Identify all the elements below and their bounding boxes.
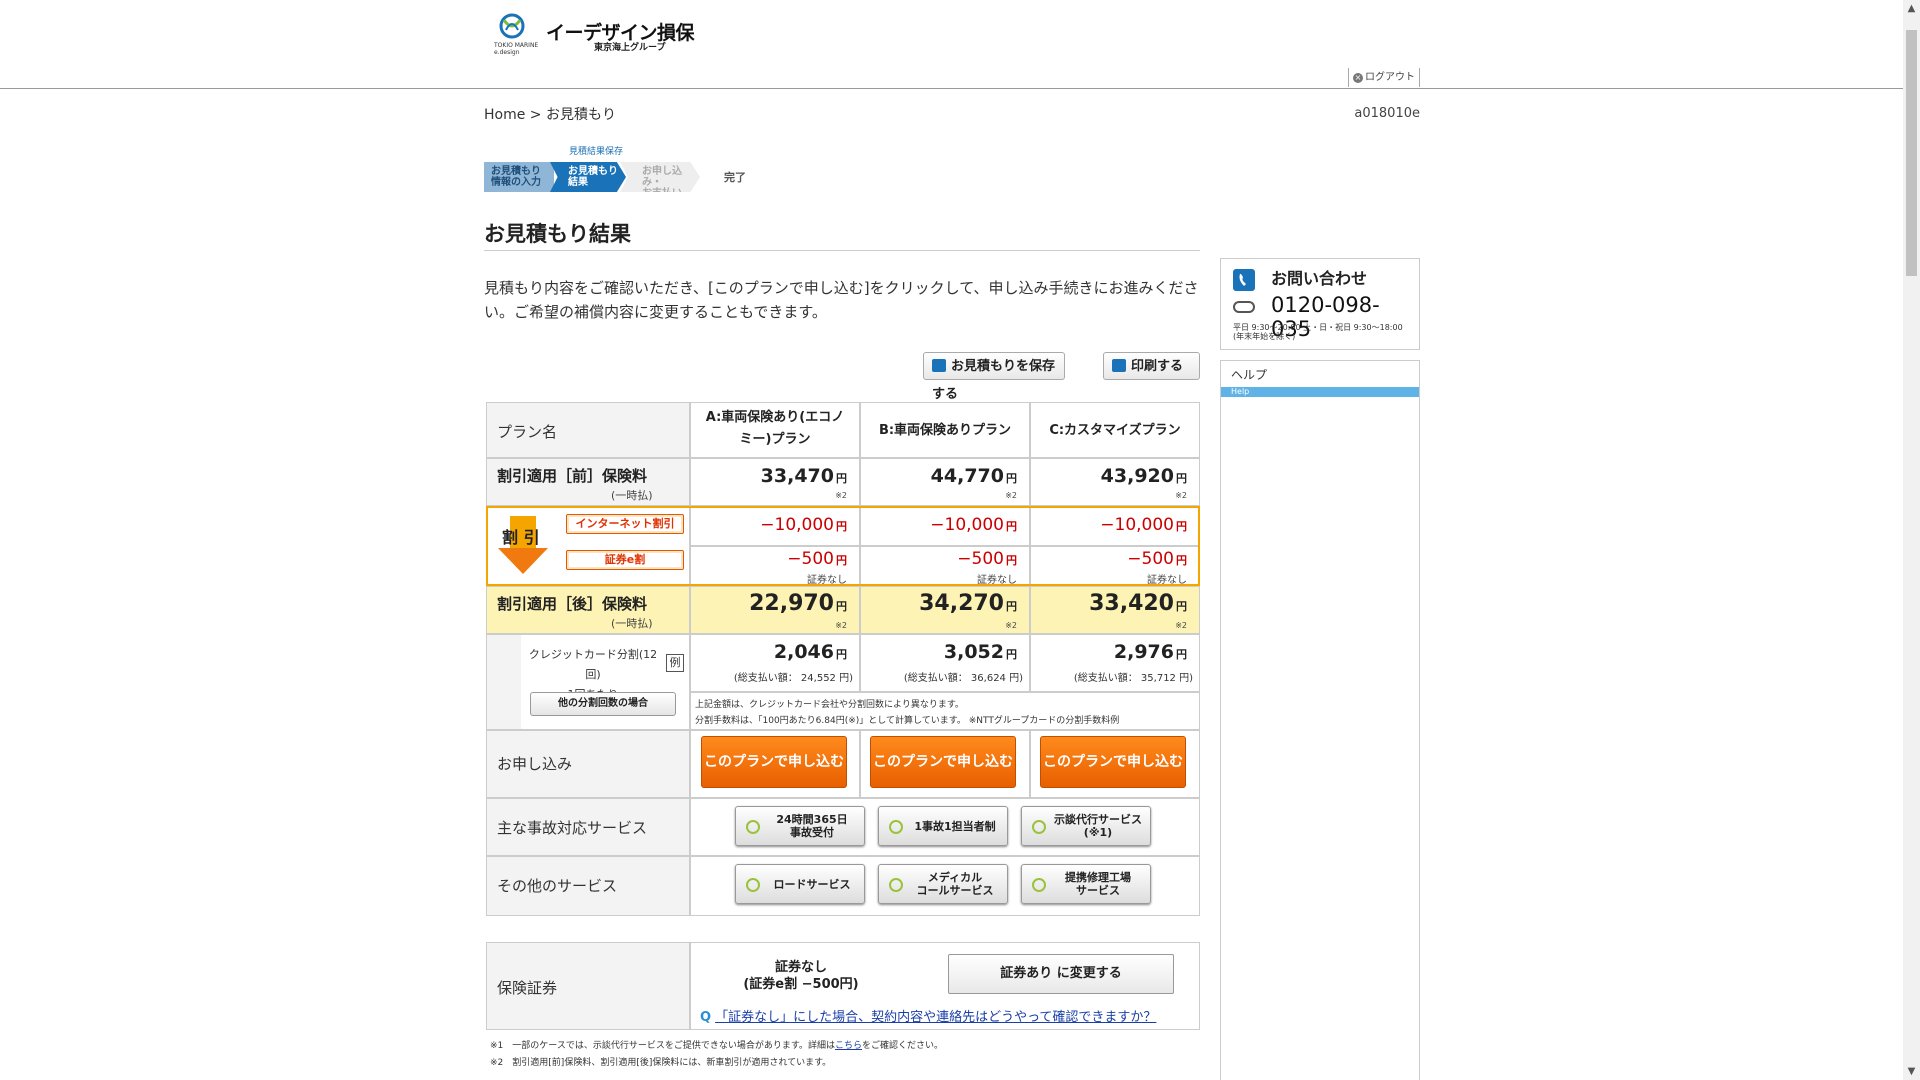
service-medical-call-button[interactable]: メディカル コールサービス bbox=[878, 864, 1008, 904]
brand-logo[interactable]: TOKIO MARINE e.design イーデザイン損保 東京海上グループ bbox=[494, 12, 695, 56]
service-settlement-button[interactable]: 示談代行サービス (※1) bbox=[1021, 806, 1151, 846]
plan-a-card-price: 2,046 円 (総支払い額： 24,552 円) bbox=[690, 634, 860, 692]
plan-c-card-price: 2,976 円 (総支払い額： 35,712 円) bbox=[1030, 634, 1200, 692]
service-icon bbox=[1032, 878, 1046, 892]
service-24h-button[interactable]: 24時間365日 事故受付 bbox=[735, 806, 865, 846]
apply-plan-b-button[interactable]: このプランで申し込む bbox=[870, 736, 1016, 788]
discount-highlight: 割 引 インターネット割引 証券e割 bbox=[486, 506, 1200, 586]
plan-b-card-price: 3,052 円 (総支払い額： 36,624 円) bbox=[860, 634, 1030, 692]
before-discount-header: 割引適用［前］保険料 (一時払) bbox=[486, 458, 690, 506]
apply-header: お申し込み bbox=[486, 730, 690, 798]
other-installments-button[interactable]: 他の分割回数の場合 bbox=[530, 692, 676, 716]
help-panel: ヘルプ Help bbox=[1220, 360, 1420, 1080]
logo-subtext: TOKIO MARINE e.design bbox=[494, 42, 539, 56]
contact-hours: 平日 9:30〜20:00 土・日・祝日 9:30〜18:00 (年末年始を除く… bbox=[1233, 323, 1403, 341]
down-arrow-icon: 割 引 bbox=[498, 516, 548, 576]
apply-plan-c-button[interactable]: このプランで申し込む bbox=[1040, 736, 1186, 788]
step-complete: 完了 bbox=[724, 171, 746, 184]
service-icon bbox=[889, 820, 903, 834]
header-subbar: × ログアウト bbox=[0, 68, 1903, 89]
intro-text: 見積もり内容をご確認いただき、[このプランで申し込む]をクリックして、申し込み手… bbox=[484, 279, 1199, 321]
after-discount-header: 割引適用［後］保険料 (一時払) bbox=[486, 586, 690, 634]
scroll-down-icon[interactable]: ▼ bbox=[1903, 1063, 1920, 1080]
plan-a-name: A:車両保険あり(エコノミー)プラン bbox=[690, 402, 860, 458]
help-bar: Help bbox=[1221, 387, 1419, 397]
certificate-faq-link[interactable]: 「証券なし」にした場合、契約内容や連絡先はどうやって確認できますか？ bbox=[715, 1010, 1156, 1025]
title-divider bbox=[484, 250, 1200, 251]
other-services-header: その他のサービス bbox=[486, 856, 690, 916]
certificate-header: 保険証券 bbox=[486, 942, 690, 1030]
scroll-thumb[interactable] bbox=[1906, 30, 1917, 276]
card-example-button[interactable]: 例 bbox=[666, 654, 684, 672]
plan-a-after-price: 22,970 円 ※2 bbox=[690, 586, 860, 634]
apply-plan-a-button[interactable]: このプランで申し込む bbox=[701, 736, 847, 788]
site-header: TOKIO MARINE e.design イーデザイン損保 東京海上グループ bbox=[0, 0, 1903, 69]
cert-discount-tag: 証券e割 bbox=[566, 550, 684, 570]
plan-a-before-price: 33,470 円 ※2 bbox=[690, 458, 860, 506]
page-scrollbar[interactable]: ▲ ▼ bbox=[1903, 0, 1920, 1080]
plan-c-before-price: 43,920 円 ※2 bbox=[1030, 458, 1200, 506]
scroll-up-icon[interactable]: ▲ bbox=[1903, 0, 1920, 17]
plan-b-before-price: 44,770 円 ※2 bbox=[860, 458, 1030, 506]
print-button[interactable]: 印刷する bbox=[1103, 352, 1200, 380]
plan-b-after-price: 34,270 円 ※2 bbox=[860, 586, 1030, 634]
breadcrumb-separator: > bbox=[529, 107, 542, 123]
service-repair-shop-button[interactable]: 提携修理工場 サービス bbox=[1021, 864, 1151, 904]
help-title: ヘルプ bbox=[1231, 368, 1268, 382]
contact-title: お問い合わせ bbox=[1271, 269, 1368, 288]
step-result: お見積もり 結果 bbox=[550, 162, 626, 192]
step-input: お見積もり 情報の入力 bbox=[484, 162, 554, 192]
page-title: お見積もり結果 bbox=[484, 222, 631, 246]
contact-box: お問い合わせ 0120-098-035 平日 9:30〜20:00 土・日・祝日… bbox=[1220, 258, 1420, 350]
question-icon: Q bbox=[700, 1010, 712, 1025]
save-estimate-button[interactable]: お見積もりを保存する bbox=[923, 352, 1065, 402]
step-apply: お申し込み・ お支払い bbox=[620, 162, 700, 192]
page-id: a018010e bbox=[1354, 106, 1420, 121]
footnote-1: ※1 一部のケースでは、示談代行サービスをご提供できない場合があります。詳細はこ… bbox=[490, 1041, 943, 1051]
service-icon bbox=[1032, 820, 1046, 834]
accident-services-header: 主な事故対応サービス bbox=[486, 798, 690, 856]
breadcrumb: Home > お見積もり bbox=[484, 104, 616, 124]
printer-icon bbox=[1112, 359, 1126, 372]
breadcrumb-home-link[interactable]: Home bbox=[484, 107, 525, 123]
breadcrumb-current: お見積もり bbox=[545, 107, 616, 123]
card-notes: 上記金額は、クレジットカード会社や分割回数により異なります。 分割手数料は、「1… bbox=[690, 692, 1200, 730]
change-certificate-button[interactable]: 証券あり に変更する bbox=[948, 954, 1174, 994]
floppy-disk-icon bbox=[932, 359, 946, 372]
free-dial-icon bbox=[1233, 301, 1255, 313]
service-icon bbox=[746, 878, 760, 892]
service-road-button[interactable]: ロードサービス bbox=[735, 864, 865, 904]
logout-button[interactable]: × ログアウト bbox=[1348, 68, 1420, 87]
plan-c-after-price: 33,420 円 ※2 bbox=[1030, 586, 1200, 634]
footnote-2: ※2 割引適用[前]保険料、割引適用[後]保険料には、新車割引が適用されています… bbox=[490, 1058, 832, 1068]
service-icon bbox=[746, 820, 760, 834]
footnote-details-link[interactable]: こちら bbox=[835, 1041, 862, 1051]
plan-c-name: C:カスタマイズプラン bbox=[1030, 402, 1200, 458]
certificate-faq: Q 「証券なし」にした場合、契約内容や連絡先はどうやって確認できますか？ bbox=[700, 1006, 1156, 1025]
plan-b-name: B:車両保険ありプラン bbox=[860, 402, 1030, 458]
internet-discount-tag: インターネット割引 bbox=[566, 514, 684, 534]
service-icon bbox=[889, 878, 903, 892]
brand-group: 東京海上グループ bbox=[594, 43, 666, 53]
close-circle-icon: × bbox=[1353, 73, 1363, 83]
phone-icon bbox=[1233, 269, 1255, 291]
save-result-label: 見積結果保存 bbox=[569, 147, 624, 157]
plan-name-header: プラン名 bbox=[486, 402, 690, 458]
service-one-staff-button[interactable]: 1事故1担当者制 bbox=[878, 806, 1008, 846]
progress-steps: 見積結果保存 お見積もり 情報の入力 お見積もり 結果 お申し込み・ お支払い 完了 bbox=[484, 144, 784, 194]
